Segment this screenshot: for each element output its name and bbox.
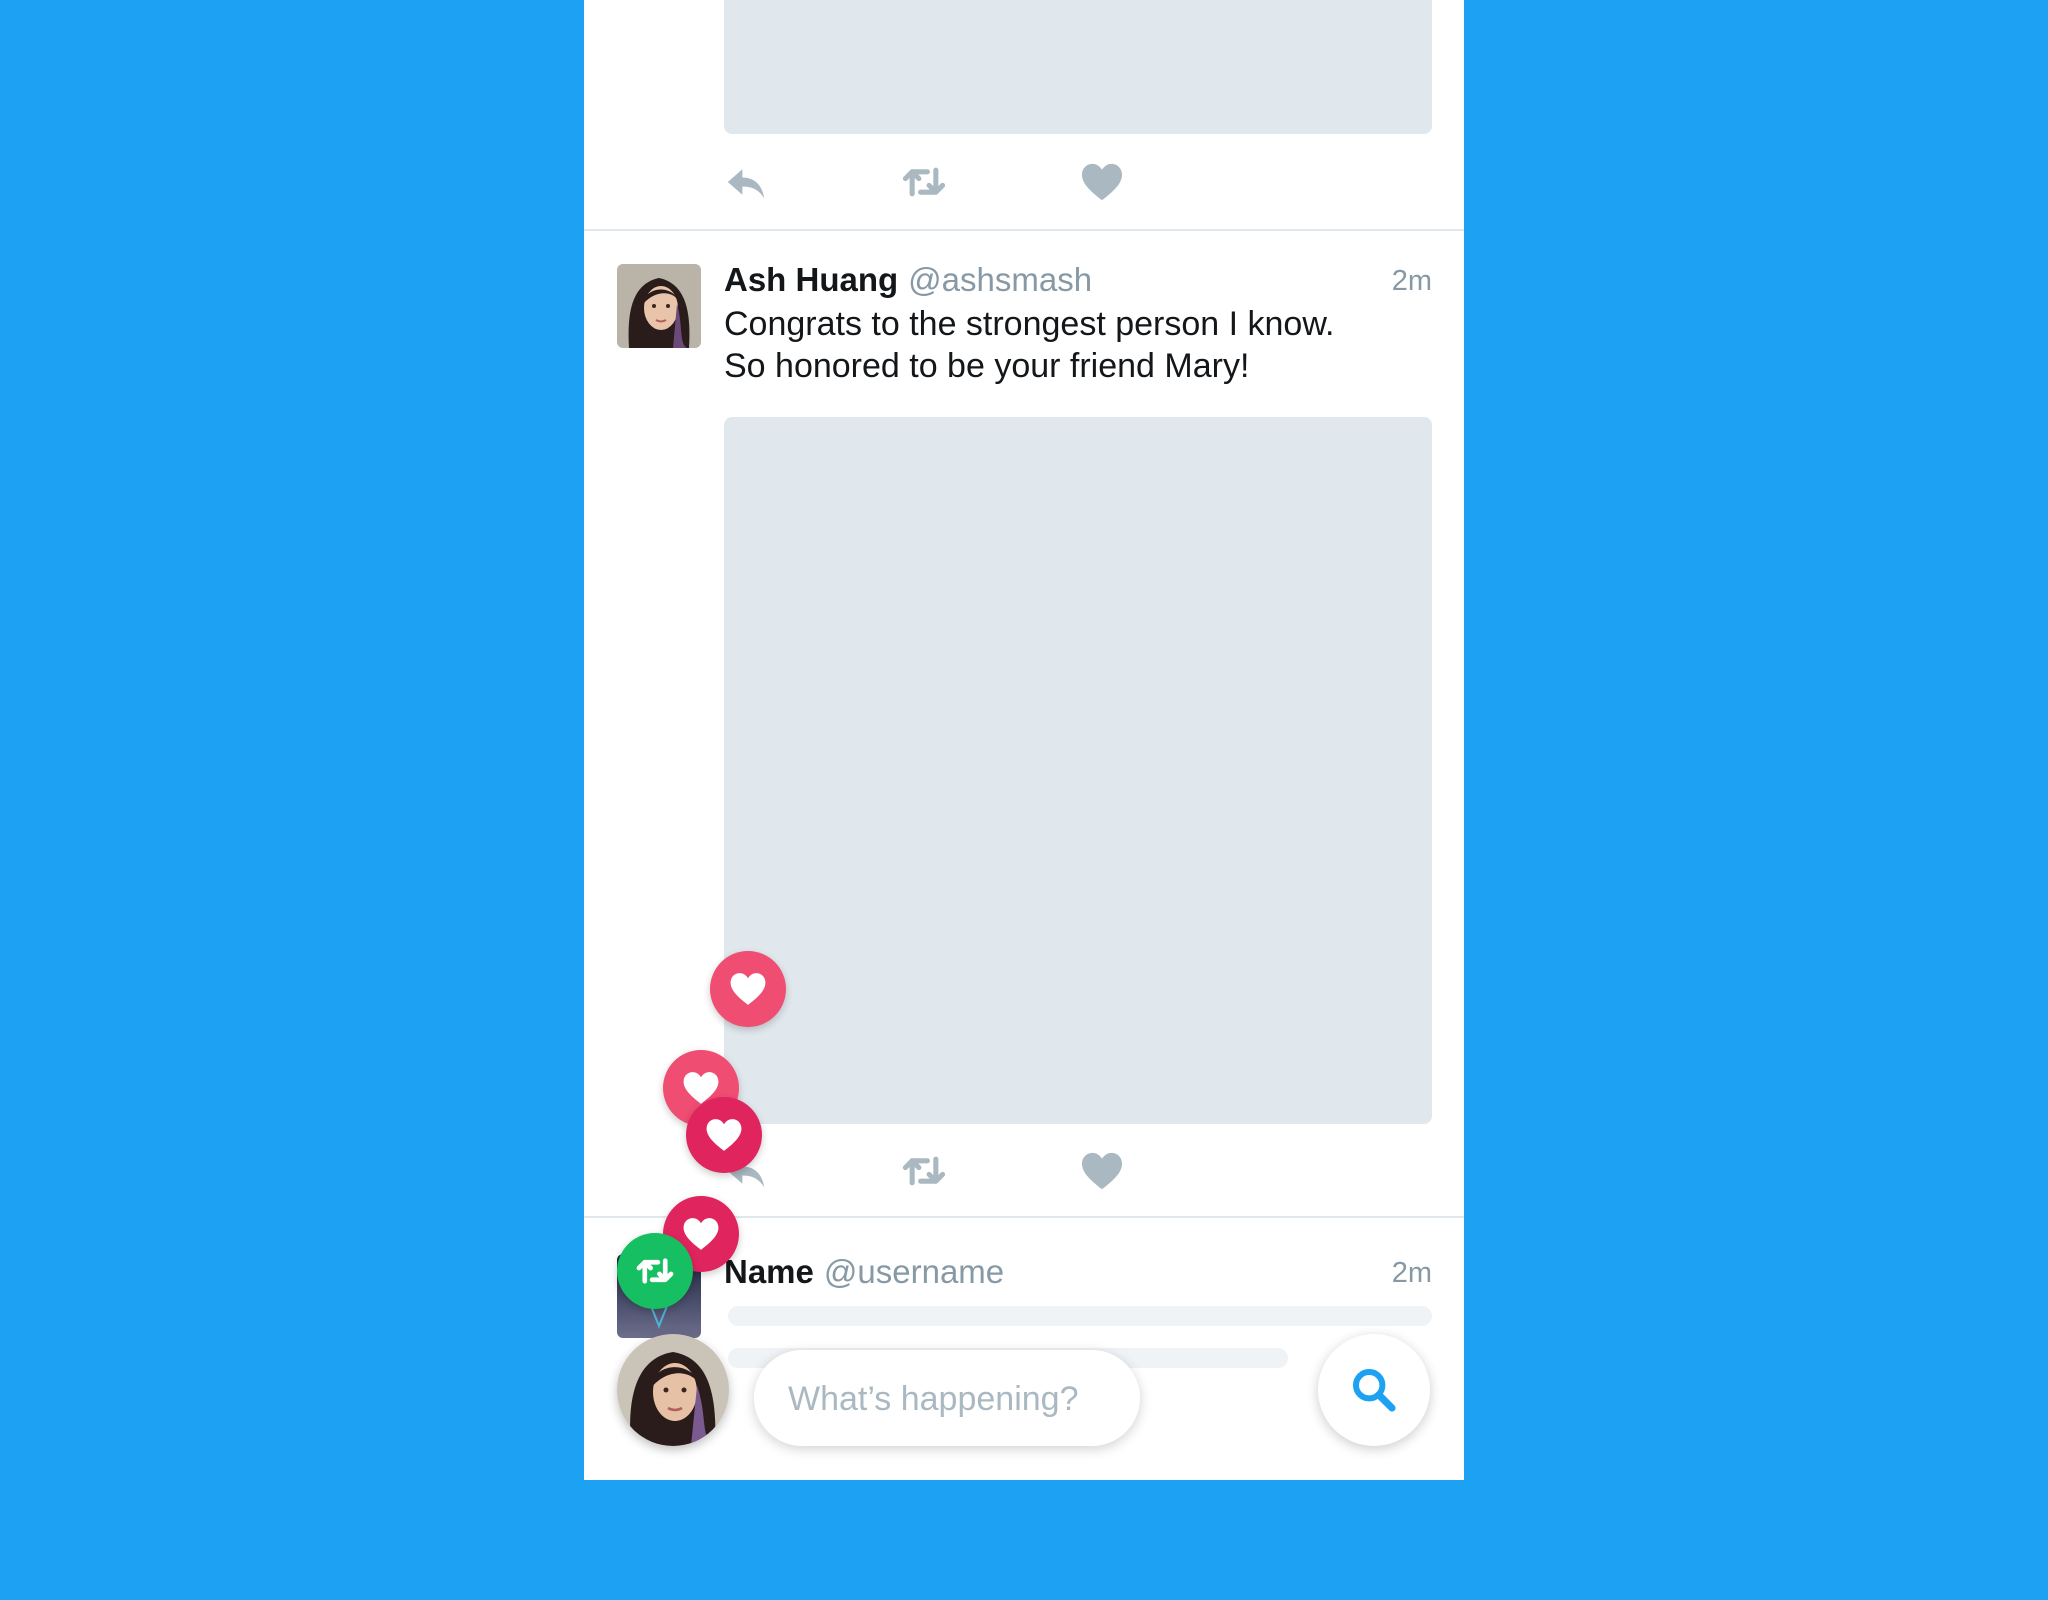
text-placeholder-line (728, 1306, 1432, 1326)
reply-icon[interactable] (724, 162, 768, 202)
avatar[interactable] (617, 264, 701, 348)
heart-icon (683, 1218, 719, 1250)
tweet-card[interactable] (584, 0, 1464, 231)
tweet-header: Ash Huang @ashsmash 2m (724, 261, 1432, 299)
tweet-media[interactable] (724, 0, 1432, 134)
heart-icon (706, 1119, 742, 1151)
author-handle[interactable]: @username (824, 1253, 1004, 1290)
tweet-text-line: Congrats to the strongest person I know. (724, 305, 1335, 343)
timestamp: 2m (1391, 265, 1432, 297)
retweet-icon (636, 1258, 674, 1284)
search-button[interactable] (1318, 1334, 1430, 1446)
author-name[interactable]: Ash Huang (724, 261, 898, 298)
tweet-actions (724, 162, 1432, 202)
like-icon[interactable] (1080, 1151, 1124, 1191)
tweet-header: Name @username 2m (724, 1253, 1432, 1291)
reaction-bubble-like (710, 951, 786, 1027)
tweet-media[interactable] (724, 417, 1432, 1124)
author-name[interactable]: Name (724, 1253, 814, 1290)
like-icon[interactable] (1080, 162, 1124, 202)
reaction-bubble-retweet (617, 1233, 693, 1309)
compose-input[interactable] (786, 1376, 1120, 1422)
tweet-actions (724, 1151, 1432, 1191)
bottom-bar (584, 1330, 1464, 1480)
retweet-icon[interactable] (902, 1151, 946, 1191)
author-handle[interactable]: @ashsmash (908, 261, 1092, 298)
timestamp: 2m (1391, 1257, 1432, 1289)
profile-avatar[interactable] (617, 1334, 729, 1446)
tweet-text-line: So honored to be your friend Mary! (724, 347, 1250, 385)
retweet-icon[interactable] (902, 162, 946, 202)
reaction-bubble-like (686, 1097, 762, 1173)
heart-icon (730, 973, 766, 1005)
compose-field[interactable] (754, 1350, 1140, 1446)
tweet-text: Congrats to the strongest person I know.… (724, 303, 1434, 387)
search-icon (1353, 1369, 1396, 1412)
